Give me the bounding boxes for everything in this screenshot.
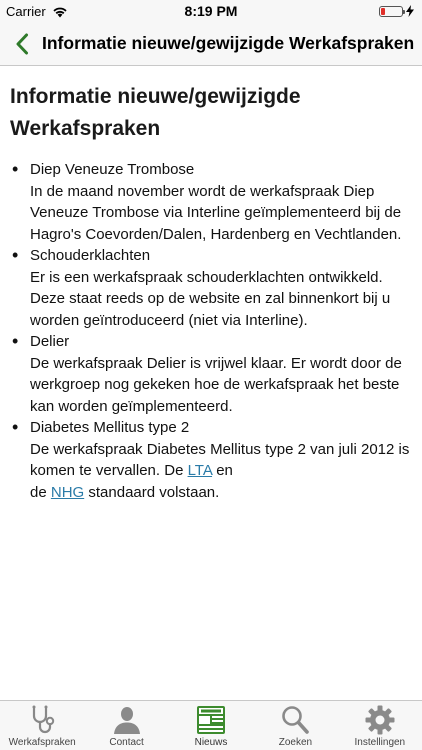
topic-text-part: en bbox=[212, 462, 233, 479]
gear-icon bbox=[365, 705, 395, 735]
topic-title: Delier bbox=[30, 333, 70, 350]
nhg-link[interactable]: NHG bbox=[51, 484, 84, 501]
person-icon bbox=[113, 707, 140, 734]
topic-item-delier: Delier De werkafspraak Delier is vrijwel… bbox=[10, 331, 412, 417]
battery-level bbox=[381, 7, 385, 15]
topic-text-part: de bbox=[30, 483, 51, 501]
tab-nieuws[interactable]: Nieuws bbox=[169, 701, 253, 750]
newspaper-icon bbox=[197, 706, 226, 734]
tab-instellingen[interactable]: Instellingen bbox=[338, 701, 422, 750]
search-icon bbox=[282, 706, 310, 734]
stethoscope-icon bbox=[32, 705, 55, 734]
topic-text: Er is een werkafspraak schouderklachten … bbox=[30, 268, 391, 329]
tab-label: Contact bbox=[109, 737, 144, 748]
page-title: Informatie nieuwe/gewijzigde Werkafsprak… bbox=[10, 85, 301, 140]
topic-title: Diabetes Mellitus type 2 bbox=[30, 419, 190, 436]
topic-text: De werkafspraak Diabetes Mellitus type 2… bbox=[30, 439, 412, 504]
tab-label: Instellingen bbox=[354, 737, 406, 748]
tab-bar: Werkafspraken Contact Nieuws Zoeken Inst… bbox=[0, 700, 422, 750]
charging-bolt-icon bbox=[406, 5, 414, 17]
tab-label: Nieuws bbox=[194, 737, 228, 748]
topic-text: In de maand november wordt de werkafspra… bbox=[30, 182, 402, 243]
tab-zoeken[interactable]: Zoeken bbox=[253, 701, 337, 750]
tab-label: Zoeken bbox=[278, 737, 313, 748]
topic-item-dvt: Diep Veneuze Trombose In de maand novemb… bbox=[10, 159, 412, 245]
navigation-bar: Informatie nieuwe/gewijzigde Werkafsprak… bbox=[0, 22, 422, 66]
lta-link[interactable]: LTA bbox=[188, 462, 212, 479]
topic-text-part: standaard volstaan. bbox=[84, 483, 220, 501]
topic-item-schouderklachten: Schouderklachten Er is een werkafspraak … bbox=[10, 245, 412, 331]
tab-label: Werkafspraken bbox=[8, 737, 76, 748]
topic-title: Diep Veneuze Trombose bbox=[30, 161, 195, 178]
topic-title: Schouderklachten bbox=[30, 247, 151, 264]
nav-title: Informatie nieuwe/gewijzigde Werkafsprak… bbox=[42, 33, 415, 53]
topic-item-diabetes: Diabetes Mellitus type 2 De werkafspraak… bbox=[10, 417, 412, 503]
topic-text: De werkafspraak Delier is vrijwel klaar.… bbox=[30, 354, 402, 415]
battery-indicator bbox=[379, 5, 414, 17]
status-time: 8:19 PM bbox=[184, 3, 238, 19]
content-area[interactable]: Informatie nieuwe/gewijzigde Werkafsprak… bbox=[0, 67, 422, 700]
tab-contact[interactable]: Contact bbox=[84, 701, 168, 750]
battery-icon bbox=[379, 5, 405, 17]
tab-werkafspraken[interactable]: Werkafspraken bbox=[0, 701, 84, 750]
back-button[interactable] bbox=[2, 22, 42, 66]
status-bar: Carrier 8:19 PM bbox=[0, 0, 422, 22]
topic-list: Diep Veneuze Trombose In de maand novemb… bbox=[10, 159, 412, 503]
chevron-left-icon bbox=[16, 33, 28, 54]
